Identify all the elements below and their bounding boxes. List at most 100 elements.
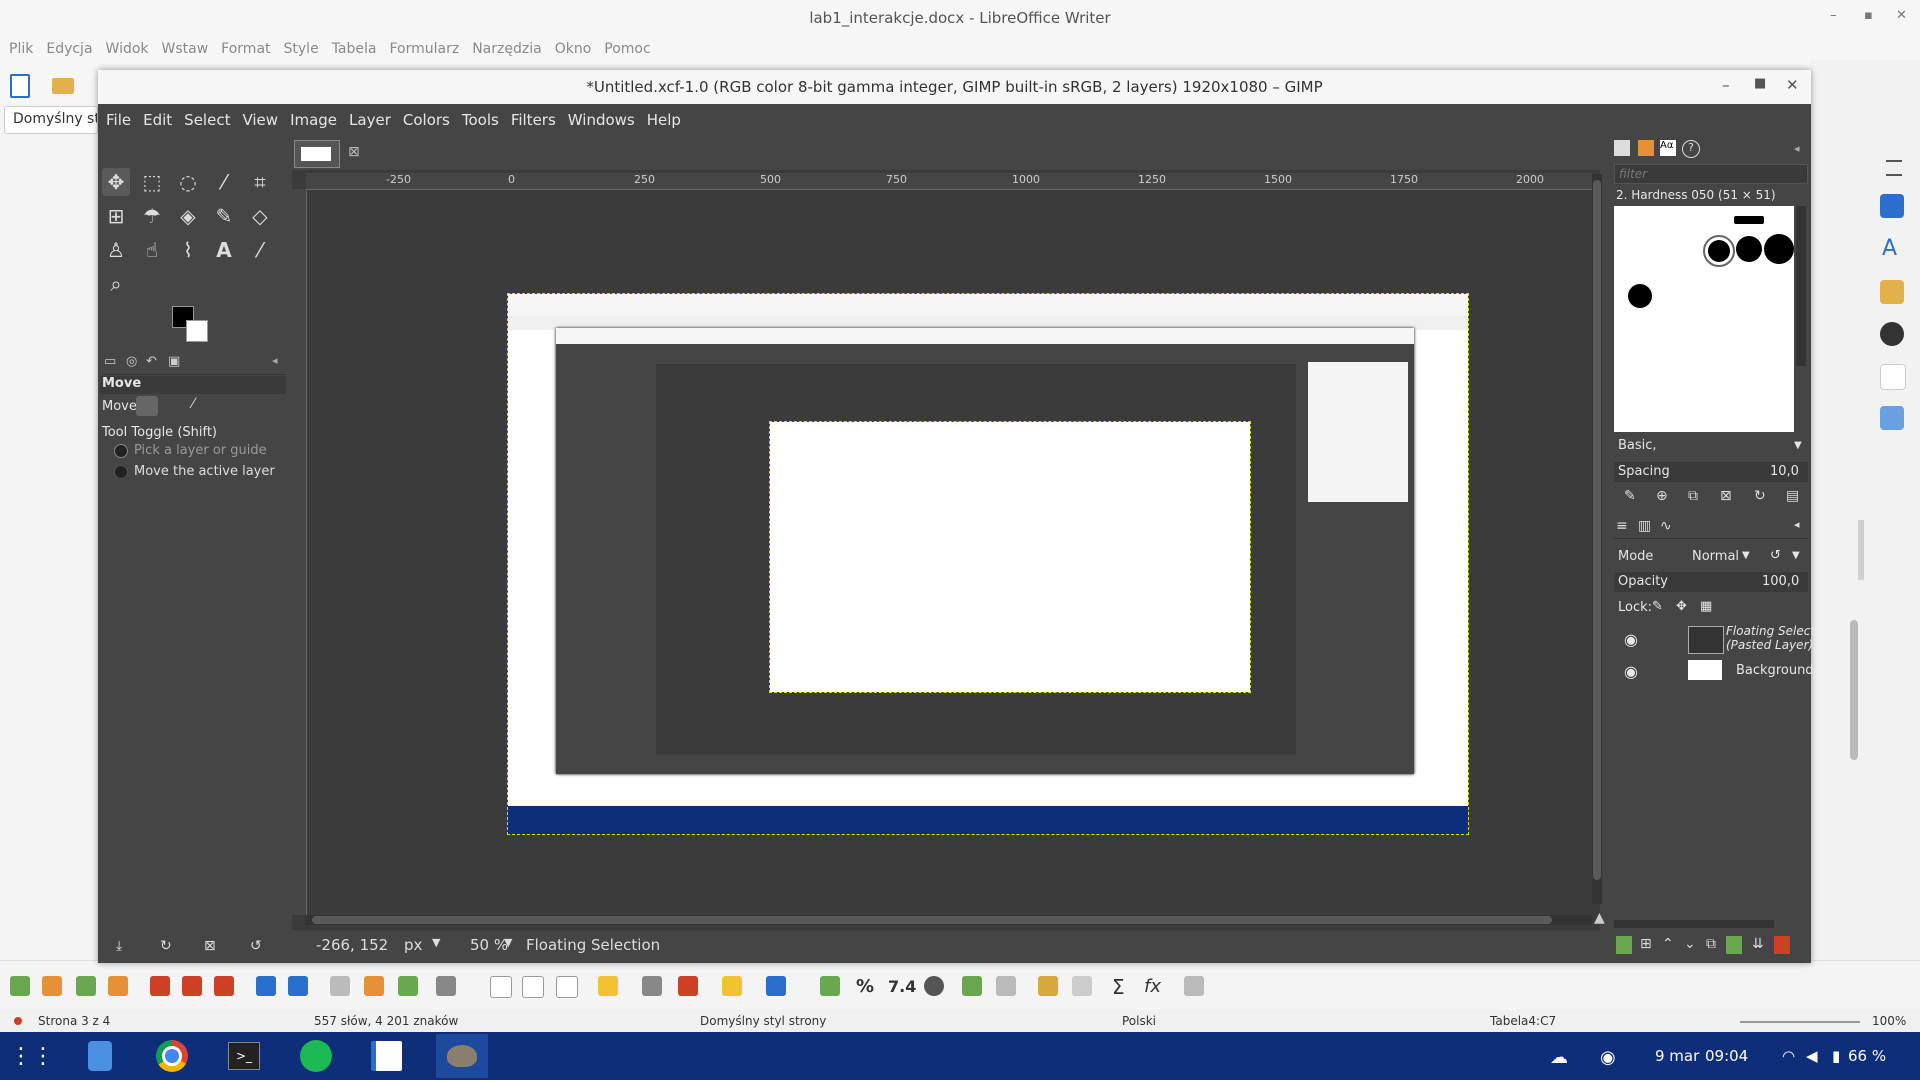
brush-grid[interactable] xyxy=(1614,206,1794,432)
menu-filters[interactable]: Filters xyxy=(505,104,562,129)
terminal-icon[interactable]: >_ xyxy=(222,1034,266,1078)
brushes-scrollbar[interactable] xyxy=(1796,206,1806,366)
gallery-icon[interactable] xyxy=(1880,280,1904,304)
paths-tab-icon[interactable]: ∿ xyxy=(1660,518,1672,534)
menu-plik[interactable]: Plik xyxy=(9,36,33,57)
smudge-tool-icon[interactable]: ☝ xyxy=(138,236,166,264)
move-layer-mode-icon[interactable] xyxy=(136,396,158,416)
duplicate-brush-icon[interactable]: ⧉ xyxy=(1688,488,1698,504)
configure-brushes-tab-icon[interactable]: ◂ xyxy=(1794,142,1800,155)
time-text[interactable]: 09:04 xyxy=(1705,1047,1748,1065)
help-tab-icon[interactable]: ? xyxy=(1682,140,1700,158)
lock-pixels-icon[interactable]: ✎ xyxy=(1652,599,1663,614)
horizontal-scrollbar[interactable] xyxy=(306,915,1592,925)
new-layer-group-icon[interactable] xyxy=(1616,936,1632,954)
menu-formularz[interactable]: Formularz xyxy=(389,36,459,57)
formula-button[interactable]: fx xyxy=(1144,976,1161,997)
visibility-eye-icon[interactable]: ◉ xyxy=(1624,662,1638,681)
sidebar-menu-icon[interactable] xyxy=(1886,160,1902,176)
anchor-layer-icon[interactable] xyxy=(1726,936,1742,954)
menu-widok[interactable]: Widok xyxy=(106,36,149,57)
sidebar-splitter[interactable] xyxy=(1858,520,1864,580)
horizontal-ruler[interactable]: -250 0 250 500 750 1000 1250 1500 1750 2… xyxy=(306,173,1592,190)
menu-format[interactable]: Format xyxy=(221,36,270,57)
preset-dropdown-icon[interactable]: ▼ xyxy=(1794,440,1802,451)
table-cell-background-icon[interactable] xyxy=(598,976,618,996)
unit-dropdown-icon[interactable]: ▼ xyxy=(432,936,440,949)
undo-history-tab-icon[interactable]: ↶ xyxy=(146,354,157,369)
warp-transform-tool-icon[interactable]: ☂ xyxy=(138,202,166,230)
menu-narzedzia[interactable]: Narzędzia xyxy=(472,36,541,57)
insert-caption-icon[interactable] xyxy=(962,976,982,996)
styles-icon[interactable]: A xyxy=(1882,236,1897,261)
new-document-icon[interactable] xyxy=(10,74,30,98)
battery-icon[interactable]: ▮ xyxy=(1832,1047,1840,1065)
color-picker-tool-icon[interactable]: ⁄ xyxy=(246,236,274,264)
images-tab-icon[interactable]: ▣ xyxy=(168,354,180,369)
brushes-tab-icon[interactable] xyxy=(1614,140,1630,156)
language-status[interactable]: Polski xyxy=(1122,1014,1156,1028)
open-brush-as-image-icon[interactable]: ▤ xyxy=(1786,488,1799,504)
background-color-swatch[interactable] xyxy=(186,320,208,342)
zoom-status[interactable]: 100% xyxy=(1872,1014,1906,1028)
split-cells-icon[interactable] xyxy=(364,976,384,996)
refresh-brushes-icon[interactable]: ↻ xyxy=(1754,488,1766,504)
menu-windows[interactable]: Windows xyxy=(562,104,641,129)
composite-mode-icon[interactable]: ↺ xyxy=(1770,548,1781,563)
menu-edycja[interactable]: Edycja xyxy=(46,36,92,57)
image-tab[interactable] xyxy=(294,140,340,168)
align-top-icon[interactable] xyxy=(490,976,512,998)
weather-icon[interactable]: ☁ xyxy=(1550,1047,1568,1068)
layer-row-background[interactable]: ◉ Background xyxy=(1612,656,1814,688)
paragraph-style-box[interactable]: Domyślny sty xyxy=(4,106,98,134)
border-color-icon[interactable] xyxy=(722,976,742,996)
properties-icon[interactable] xyxy=(1880,194,1904,218)
delete-brush-icon[interactable]: ⊠ xyxy=(1720,488,1732,504)
pick-layer-radio[interactable] xyxy=(114,444,128,458)
merge-layer-icon[interactable]: ⇊ xyxy=(1752,936,1764,952)
number-format-decimal-button[interactable]: 7.4 xyxy=(888,977,916,996)
maximize-button[interactable]: ▪ xyxy=(1864,8,1873,23)
move-selection-mode-icon[interactable] xyxy=(164,396,186,416)
libreoffice-writer-icon[interactable] xyxy=(364,1034,408,1078)
tool-options-tab-icon[interactable]: ▭ xyxy=(104,354,116,369)
insert-columns-after-icon[interactable] xyxy=(108,976,128,996)
date-text[interactable]: 9 mar xyxy=(1655,1047,1699,1065)
menu-select[interactable]: Select xyxy=(178,104,236,129)
channels-tab-icon[interactable]: ▥ xyxy=(1638,518,1651,534)
configure-layers-tab-icon[interactable]: ◂ xyxy=(1794,518,1800,531)
delete-layer-icon[interactable] xyxy=(1774,936,1790,954)
reset-tool-options-icon[interactable]: ↺ xyxy=(250,938,262,954)
insert-rows-below-icon[interactable] xyxy=(42,976,62,996)
paintbrush-tool-icon[interactable]: ✎ xyxy=(210,202,238,230)
number-format-currency-icon[interactable] xyxy=(820,976,840,996)
menu-image[interactable]: Image xyxy=(284,104,343,129)
table-properties-icon[interactable] xyxy=(1184,976,1204,996)
vertical-scrollbar[interactable] xyxy=(1592,174,1602,904)
image-canvas[interactable] xyxy=(507,293,1469,835)
menu-colors[interactable]: Colors xyxy=(397,104,456,129)
zoom-selector[interactable]: 50 % xyxy=(470,936,508,954)
number-format-percent-button[interactable]: % xyxy=(856,976,874,997)
delete-tool-preset-icon[interactable]: ⊠ xyxy=(204,938,216,954)
layer-name[interactable]: Background xyxy=(1736,663,1814,678)
select-table-icon[interactable] xyxy=(288,976,308,996)
device-status-tab-icon[interactable]: ◎ xyxy=(126,354,137,369)
clone-tool-icon[interactable]: ♙ xyxy=(102,236,130,264)
manage-changes-icon[interactable] xyxy=(1880,406,1904,430)
sort-icon[interactable] xyxy=(996,976,1016,996)
minimize-button[interactable]: – xyxy=(1830,8,1837,23)
brush-hardness-075[interactable] xyxy=(1736,236,1762,262)
brush-block[interactable] xyxy=(1734,216,1764,224)
spotify-icon[interactable] xyxy=(294,1034,338,1078)
page-number-status[interactable]: Strona 3 z 4 xyxy=(38,1014,110,1028)
crop-tool-icon[interactable]: ⌗ xyxy=(246,168,274,196)
save-tool-preset-icon[interactable]: ⤓ xyxy=(116,938,122,954)
bucket-fill-tool-icon[interactable]: ◈ xyxy=(174,202,202,230)
gimp-minimize-button[interactable]: – xyxy=(1722,76,1730,94)
zoom-dropdown-icon[interactable]: ▼ xyxy=(504,936,512,949)
duplicate-layer-icon[interactable]: ⧉ xyxy=(1706,936,1716,952)
page-style-status[interactable]: Domyślny styl strony xyxy=(700,1014,826,1028)
menu-pomoc[interactable]: Pomoc xyxy=(604,36,650,57)
free-select-tool-icon[interactable]: ◌ xyxy=(174,168,202,196)
